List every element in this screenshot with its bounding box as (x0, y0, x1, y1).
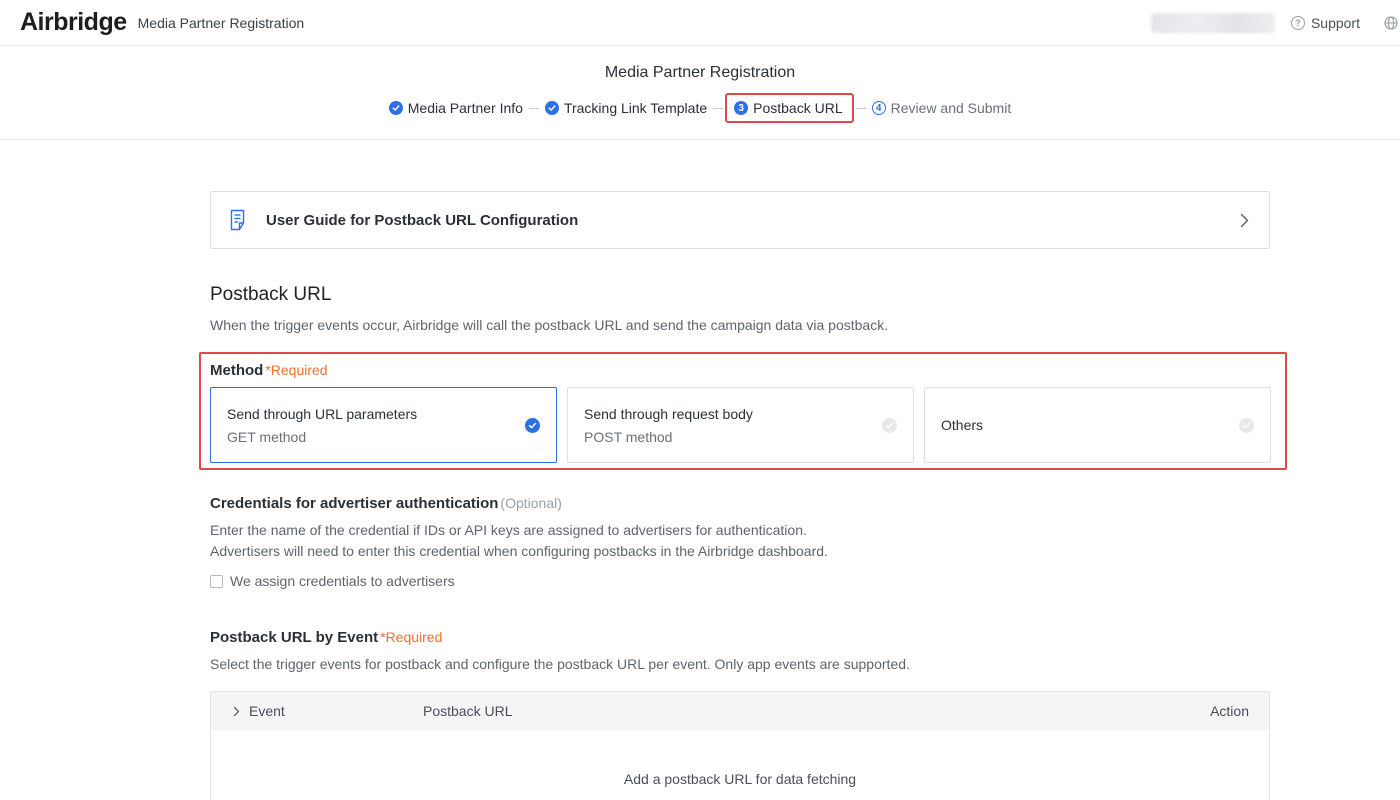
step-label: Tracking Link Template (563, 100, 708, 116)
top-right-controls: ? Support (1150, 0, 1400, 46)
chevron-right-icon (1240, 213, 1249, 228)
credentials-desc-line: Advertisers will need to enter this cred… (210, 543, 828, 559)
option-title: Send through URL parameters (227, 406, 418, 422)
method-label: Method *Required (210, 362, 1285, 379)
events-label-text: Postback URL by Event (210, 629, 379, 646)
postback-event-table: Event Postback URL Action Add a postback… (210, 691, 1270, 800)
selected-check-icon (525, 418, 540, 433)
optional-marker: (Optional) (500, 495, 562, 511)
option-title: Send through request body (584, 406, 753, 422)
unselected-check-icon (1239, 418, 1254, 433)
step-divider (528, 107, 539, 109)
method-options: Send through URL parameters GET method S… (210, 387, 1285, 463)
unselected-check-icon (882, 418, 897, 433)
option-title: Others (941, 417, 984, 433)
assign-credentials-checkbox[interactable] (210, 574, 223, 588)
credentials-description: Enter the name of the credential if IDs … (210, 520, 1270, 562)
event-column-header[interactable]: Event (233, 703, 423, 719)
postback-url-title: Postback URL (210, 284, 332, 305)
step-number-icon: 4 (871, 101, 886, 115)
step-list: Media Partner Info Tracking Link Templat… (385, 93, 1015, 123)
postback-url-description: When the trigger events occur, Airbridge… (210, 317, 889, 333)
table-empty-state: Add a postback URL for data fetching (623, 771, 857, 787)
option-subtitle: POST method (584, 429, 673, 445)
action-column-header: Action (1210, 703, 1249, 719)
credentials-section: Credentials for advertiser authenticatio… (210, 495, 1270, 589)
support-label: Support (1310, 15, 1360, 31)
user-guide-label: User Guide for Postback URL Configuratio… (266, 211, 579, 229)
chevron-right-icon[interactable] (233, 706, 240, 717)
main-content: User Guide for Postback URL Configuratio… (199, 191, 1287, 800)
check-circle-icon (388, 101, 403, 115)
postback-url-column-header: Postback URL (423, 703, 513, 719)
step-number-icon: 3 (734, 101, 749, 115)
required-marker: *Required (380, 629, 443, 645)
method-label-text: Method (210, 362, 264, 379)
method-option-get[interactable]: Send through URL parameters GET method (210, 387, 557, 463)
top-bar: Airbridge Media Partner Registration ? S… (0, 0, 1400, 46)
method-section: Method *Required Send through URL paramet… (199, 352, 1287, 470)
step-media-partner-info[interactable]: Media Partner Info (385, 93, 527, 123)
assign-credentials-checkbox-row[interactable]: We assign credentials to advertisers (210, 573, 1270, 589)
step-tracking-link-template[interactable]: Tracking Link Template (541, 93, 711, 123)
credentials-label: Credentials for advertiser authenticatio… (210, 495, 1270, 512)
option-subtitle: GET method (227, 429, 307, 445)
support-link[interactable]: ? Support (1290, 15, 1360, 31)
user-guide-card[interactable]: User Guide for Postback URL Configuratio… (210, 191, 1270, 249)
step-divider (855, 107, 866, 109)
events-description: Select the trigger events for postback a… (210, 656, 910, 672)
user-account-blurred[interactable] (1150, 13, 1275, 33)
events-label: Postback URL by Event *Required (210, 629, 1270, 646)
check-circle-icon (544, 101, 559, 115)
credentials-label-text: Credentials for advertiser authenticatio… (210, 495, 499, 512)
postback-by-event-section: Postback URL by Event *Required Select th… (210, 629, 1270, 800)
step-divider (713, 107, 724, 109)
airbridge-logo[interactable]: Airbridge (20, 8, 127, 37)
globe-icon[interactable] (1384, 16, 1398, 30)
table-header: Event Postback URL Action (211, 692, 1269, 730)
app-title: Media Partner Registration (137, 14, 305, 31)
required-marker: *Required (265, 362, 328, 378)
checkbox-label: We assign credentials to advertisers (230, 573, 455, 589)
stepper-title: Media Partner Registration (604, 64, 796, 81)
method-option-post[interactable]: Send through request body POST method (567, 387, 914, 463)
method-option-others[interactable]: Others (924, 387, 1271, 463)
document-icon (230, 209, 245, 231)
credentials-desc-line: Enter the name of the credential if IDs … (210, 522, 807, 538)
registration-stepper: Media Partner Registration Media Partner… (0, 46, 1400, 140)
step-label: Postback URL (753, 100, 843, 116)
step-label: Review and Submit (890, 100, 1012, 116)
column-label: Event (249, 703, 285, 719)
step-review-and-submit[interactable]: 4 Review and Submit (868, 93, 1016, 123)
step-label: Media Partner Info (407, 100, 523, 116)
help-icon: ? (1290, 16, 1305, 30)
step-postback-url[interactable]: 3 Postback URL (725, 93, 854, 123)
